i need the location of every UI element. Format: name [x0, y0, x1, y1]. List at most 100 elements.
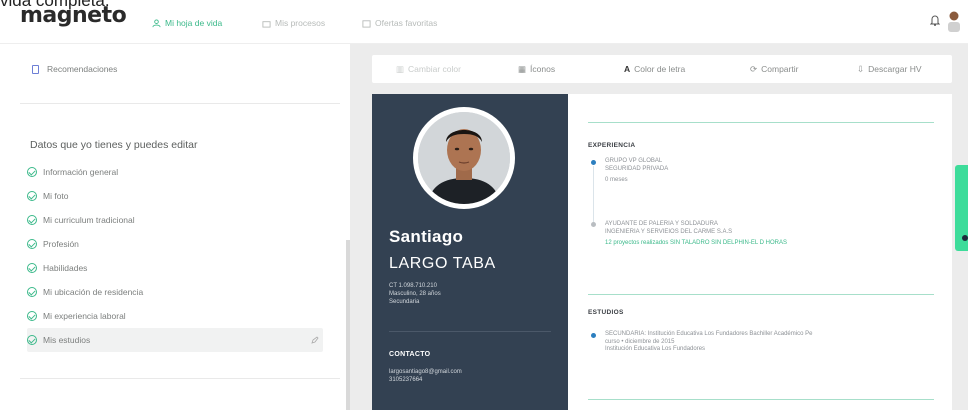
sidebar-item-profesion[interactable]: Profesión: [27, 232, 323, 256]
sidebar-item-label: Mi curriculum tradicional: [43, 215, 135, 225]
contact-details: largosantiago8@gmail.com 3105237664: [389, 368, 462, 384]
share-icon: ⟳: [750, 63, 758, 74]
section-title: Datos que yo tienes y puedes editar: [30, 139, 198, 151]
icons-button[interactable]: ▦ Íconos: [518, 55, 555, 83]
study-line: Institución Educativa Los Fundadores: [605, 346, 706, 352]
experience-extra: 12 proyectos realizados SIN TALADRO SIN …: [605, 240, 787, 246]
palette-icon: ▥: [396, 63, 405, 74]
bell-icon[interactable]: [930, 14, 940, 26]
nav-ofertas-favoritas[interactable]: Ofertas favoritas: [362, 15, 437, 31]
sidebar-item-experiencia[interactable]: Mi experiencia laboral: [27, 304, 323, 328]
profile-photo-image: [418, 112, 510, 204]
check-circle-icon: [27, 287, 37, 297]
cv-gender-age: Masculino, 28 años: [389, 291, 441, 297]
sidebar-item-label: Mi ubicación de residencia: [43, 287, 144, 297]
person-icon: [152, 18, 161, 27]
timeline-line: [593, 166, 594, 222]
check-circle-icon: [27, 239, 37, 249]
sidebar-item-label: Habilidades: [43, 263, 88, 273]
check-circle-icon: [27, 215, 37, 225]
button-label: Cambiar color: [408, 64, 461, 74]
download-cv-button[interactable]: ⇩ Descargar HV: [857, 55, 922, 83]
studies-heading: ESTUDIOS: [588, 309, 624, 316]
font-a-icon: A: [624, 64, 631, 74]
font-color-button[interactable]: A Color de letra: [624, 55, 685, 83]
user-avatar[interactable]: [946, 10, 962, 32]
accent-line: [588, 399, 934, 400]
sidebar-item-label: Mi experiencia laboral: [43, 311, 126, 321]
nav-label: Mis procesos: [275, 18, 326, 28]
document-icon: [32, 64, 39, 74]
study-entry: SECUNDARIA: Institución Educativa Los Fu…: [605, 331, 812, 354]
cv-education-level: Secundaria: [389, 299, 420, 305]
timeline-dot: [591, 222, 596, 227]
recommendations-label: Recomendaciones: [47, 64, 118, 74]
sidebar-item-label: Mi foto: [43, 191, 69, 201]
sidebar-item-label: Información general: [43, 167, 119, 177]
nav-mi-hoja-de-vida[interactable]: Mi hoja de vida: [152, 15, 222, 31]
change-color-button[interactable]: ▥ Cambiar color: [396, 55, 461, 83]
download-icon: ⇩: [857, 63, 865, 74]
sidebar-item-mis-estudios[interactable]: Mis estudios: [27, 328, 323, 352]
check-circle-icon: [27, 191, 37, 201]
top-navigation-bar: magneto Mi hoja de vida Mis procesos Ofe…: [0, 0, 968, 44]
divider: [20, 378, 340, 379]
experience-line: SEGURIDAD PRIVADA: [605, 165, 669, 172]
experience-extra: 0 meses: [605, 177, 628, 183]
experience-line: GRUPO VP GLOBAL: [605, 158, 663, 164]
experience-line: AYUDANTE DE PALERIA Y SOLDADURA: [605, 221, 718, 227]
sidebar-item-informacion-general[interactable]: Información general: [27, 160, 323, 184]
contact-email: largosantiago8@gmail.com: [389, 369, 462, 375]
sidebar-item-label: Profesión: [43, 239, 79, 249]
nav-mis-procesos[interactable]: Mis procesos: [262, 15, 325, 31]
button-label: Íconos: [530, 64, 556, 74]
profile-photo[interactable]: [413, 107, 515, 209]
sidebar-item-ubicacion[interactable]: Mi ubicación de residencia: [27, 280, 323, 304]
sidebar-item-label: Mis estudios: [43, 335, 91, 345]
pencil-icon[interactable]: [311, 336, 319, 344]
tab-handle: [962, 235, 968, 241]
cv-id: CT 1.098.710.210: [389, 283, 437, 289]
sidebar-item-curriculum[interactable]: Mi curriculum tradicional: [27, 208, 323, 232]
sidebar-item-mi-foto[interactable]: Mi foto: [27, 184, 323, 208]
accent-line: [588, 122, 934, 123]
editable-data-list: Información general Mi foto Mi curriculu…: [27, 160, 323, 352]
contact-heading: CONTACTO: [389, 351, 431, 358]
share-button[interactable]: ⟳ Compartir: [750, 55, 798, 83]
check-circle-icon: [27, 311, 37, 321]
cv-personal-meta: CT 1.098.710.210 Masculino, 28 años Secu…: [389, 282, 441, 306]
button-label: Compartir: [761, 64, 799, 74]
accent-line: [588, 294, 934, 295]
divider: [20, 103, 340, 104]
study-line: SECUNDARIA: Institución Educativa Los Fu…: [605, 331, 813, 337]
briefcase-icon: [262, 20, 271, 28]
grid-icon: ▦: [518, 63, 527, 74]
cv-preview: Santiago LARGO TABA CT 1.098.710.210 Mas…: [372, 94, 952, 410]
nav-label: Mi hoja de vida: [165, 18, 223, 28]
recommendations-link[interactable]: Recomendaciones: [32, 64, 117, 74]
cv-first-name: Santiago: [389, 227, 464, 246]
study-line: curso • diciembre de 2015: [605, 338, 675, 345]
experience-entry: GRUPO VP GLOBAL SEGURIDAD PRIVADA 0 mese…: [605, 158, 668, 185]
cv-divider: [389, 331, 551, 332]
nav-label: Ofertas favoritas: [375, 18, 438, 28]
cv-toolbar: ▥ Cambiar color ▦ Íconos A Color de letr…: [372, 55, 952, 83]
check-circle-icon: [27, 335, 37, 345]
bookmark-icon: [362, 19, 371, 28]
feedback-side-tab[interactable]: [955, 165, 968, 251]
timeline-dot: [591, 160, 596, 165]
experience-line: INGENIERIA Y SERVIEIOS DEL CARME S.A.S: [605, 228, 733, 235]
experience-heading: EXPERIENCIA: [588, 142, 636, 149]
check-circle-icon: [27, 167, 37, 177]
contact-phone: 3105237664: [389, 377, 423, 383]
cv-last-name: LARGO TABA: [389, 255, 496, 272]
timeline-dot: [591, 333, 596, 338]
portrait-icon: [418, 112, 510, 204]
cv-sidebar: Santiago LARGO TABA CT 1.098.710.210 Mas…: [372, 94, 568, 410]
magneto-logo[interactable]: magneto: [20, 3, 127, 28]
button-label: Color de letra: [634, 64, 686, 74]
check-circle-icon: [27, 263, 37, 273]
button-label: Descargar HV: [868, 64, 922, 74]
sidebar-item-habilidades[interactable]: Habilidades: [27, 256, 323, 280]
experience-entry: AYUDANTE DE PALERIA Y SOLDADURA INGENIER…: [605, 221, 787, 248]
